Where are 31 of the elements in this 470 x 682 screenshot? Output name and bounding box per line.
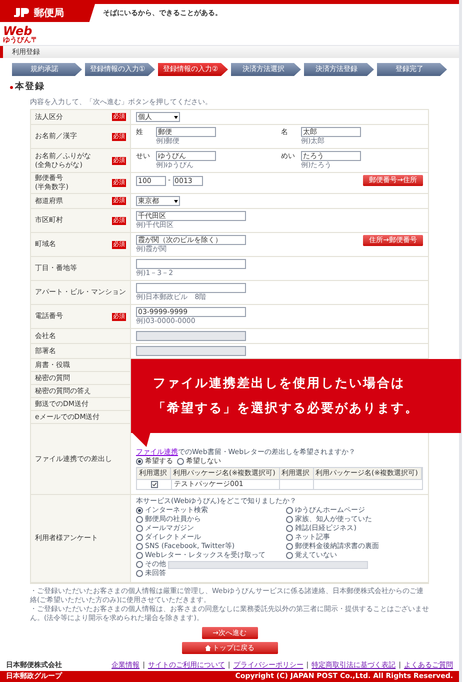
radio-button[interactable]	[177, 458, 184, 465]
page-heading: 本登録	[15, 81, 45, 94]
radio-button[interactable]	[286, 543, 293, 550]
bullet-icon	[10, 86, 13, 90]
logo-banner[interactable]: 郵便局	[0, 4, 95, 22]
radio-button[interactable]	[286, 516, 293, 523]
brand-title: Web	[3, 25, 32, 37]
radio-button[interactable]	[136, 507, 143, 514]
radio-button[interactable]	[136, 525, 143, 532]
radio-button[interactable]	[136, 570, 143, 577]
logo-text: 郵便局	[34, 6, 64, 20]
text-field[interactable]	[136, 259, 246, 269]
other-field[interactable]	[168, 560, 368, 568]
radio-button[interactable]	[136, 543, 143, 550]
radio-button[interactable]	[136, 458, 143, 465]
radio-button[interactable]	[286, 507, 293, 514]
callout-text: ファイル連携差出しを使用したい場合は	[153, 374, 406, 392]
home-icon	[204, 645, 210, 651]
radio-button[interactable]	[136, 516, 143, 523]
radio-button[interactable]	[136, 534, 143, 541]
radio-button[interactable]	[286, 534, 293, 541]
jp-post-logo-icon	[14, 8, 30, 18]
checkbox[interactable]	[150, 481, 158, 488]
radio-button[interactable]	[136, 552, 143, 559]
callout-text: 「希望する」を選択する必要があります。	[153, 399, 420, 417]
radio-button[interactable]	[286, 552, 293, 559]
caret-icon	[174, 200, 178, 203]
caret-icon	[174, 116, 178, 119]
text-field[interactable]	[136, 283, 246, 293]
radio-button[interactable]	[286, 525, 293, 532]
radio-button[interactable]	[136, 561, 143, 568]
